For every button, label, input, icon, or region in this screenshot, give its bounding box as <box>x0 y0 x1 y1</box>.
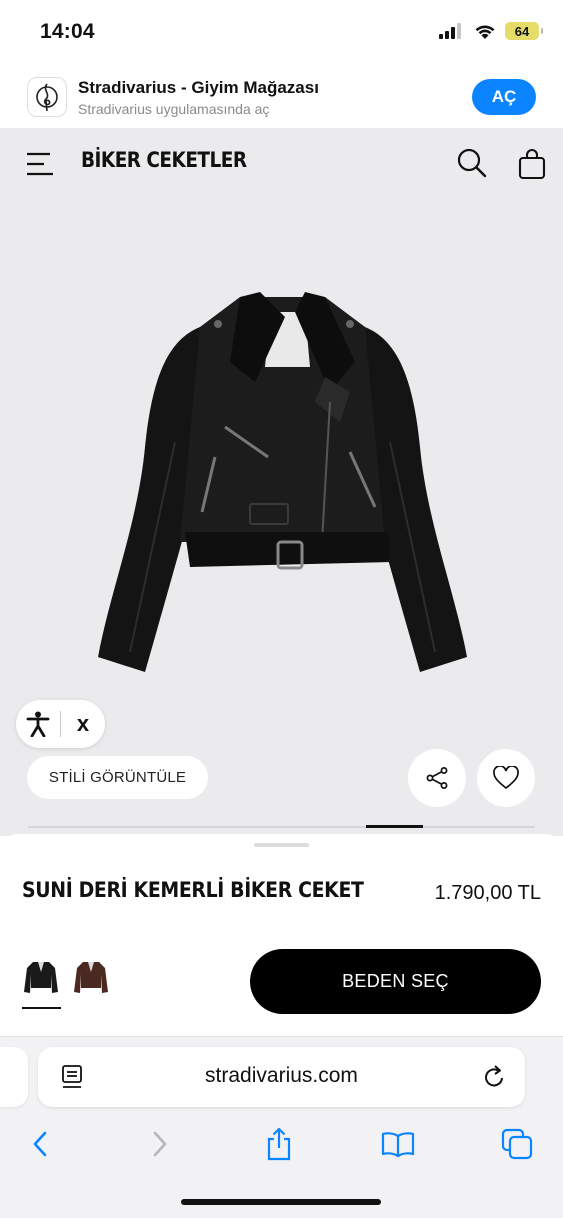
bookmarks-icon[interactable] <box>378 1124 418 1164</box>
color-swatch-brown[interactable] <box>73 958 109 998</box>
page-title: BİKER CEKETLER <box>81 148 247 172</box>
forward-icon[interactable] <box>140 1124 180 1164</box>
accessibility-icon[interactable] <box>16 700 60 748</box>
app-name: Stradivarius - Giyim Mağazası <box>78 78 319 97</box>
carousel-track <box>28 826 535 828</box>
carousel-indicator[interactable] <box>366 825 423 828</box>
shopping-bag-icon[interactable] <box>517 148 547 180</box>
tabs-icon[interactable] <box>497 1124 537 1164</box>
menu-icon[interactable] <box>26 150 54 178</box>
selected-swatch-indicator <box>22 1007 61 1009</box>
status-bar: 14:04 64 <box>0 0 563 64</box>
product-image-jacket[interactable] <box>90 282 475 682</box>
status-icons: 64 <box>439 22 543 40</box>
heart-icon <box>493 766 519 790</box>
battery-icon: 64 <box>505 22 543 40</box>
back-icon[interactable] <box>20 1124 60 1164</box>
open-app-button[interactable]: AÇ <box>472 79 536 115</box>
status-time: 14:04 <box>40 20 95 43</box>
smart-app-banner: Stradivarius - Giyim Mağazası Stradivari… <box>0 64 563 128</box>
share-button[interactable] <box>408 749 466 807</box>
signal-icon <box>439 23 461 39</box>
browser-share-icon[interactable] <box>259 1124 299 1164</box>
share-icon <box>426 767 448 789</box>
accessibility-close-button[interactable]: x <box>61 700 105 748</box>
accessibility-widget: x <box>16 700 105 748</box>
reload-icon[interactable] <box>480 1063 508 1091</box>
home-indicator <box>181 1199 381 1205</box>
url-text[interactable]: stradivarius.com <box>0 1064 563 1088</box>
wifi-icon <box>475 25 495 39</box>
product-name: SUNİ DERİ KEMERLİ BİKER CEKET <box>22 878 364 902</box>
app-subtitle: Stradivarius uygulamasında aç <box>78 101 270 117</box>
favorite-button[interactable] <box>477 749 535 807</box>
sheet-handle[interactable] <box>254 843 309 847</box>
color-swatch-black[interactable] <box>23 958 59 998</box>
search-icon[interactable] <box>457 148 487 178</box>
product-price: 1.790,00 TL <box>434 882 541 904</box>
select-size-button[interactable]: BEDEN SEÇ <box>250 949 541 1014</box>
stradivarius-logo-icon <box>27 77 67 117</box>
battery-level: 64 <box>514 23 530 39</box>
view-style-button[interactable]: STİLİ GÖRÜNTÜLE <box>27 756 208 799</box>
